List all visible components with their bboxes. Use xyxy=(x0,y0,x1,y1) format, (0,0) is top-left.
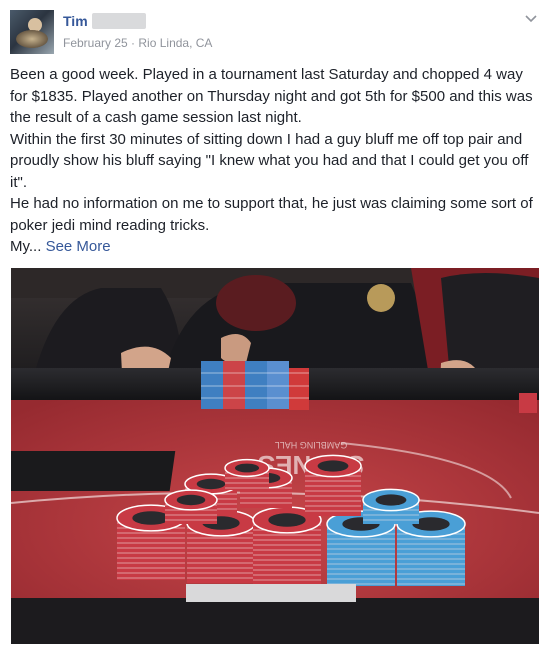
see-more-link[interactable]: See More xyxy=(46,238,111,255)
truncated-text: My... xyxy=(10,238,42,255)
chip-stack xyxy=(362,488,420,524)
paragraph-3: He had no information on me to support t… xyxy=(10,195,533,234)
paragraph-truncated: My... See More xyxy=(10,236,540,258)
name-redaction xyxy=(92,13,146,29)
facebook-post: Tim February 25 · Rio Linda, CA Been a g… xyxy=(0,0,550,647)
post-meta: February 25 · Rio Linda, CA xyxy=(63,36,212,50)
chevron-down-icon[interactable] xyxy=(524,12,538,24)
post-date[interactable]: February 25 xyxy=(63,36,128,50)
avatar-body xyxy=(16,30,48,48)
table-edge xyxy=(11,598,539,644)
table-logo-subtext: GAMBLING HALL xyxy=(275,440,348,450)
chip-stack xyxy=(252,506,322,584)
paragraph-1: Been a good week. Played in a tournament… xyxy=(10,66,533,126)
post-location[interactable]: Rio Linda, CA xyxy=(138,36,212,50)
post-body: Been a good week. Played in a tournament… xyxy=(10,64,540,258)
dealer-tray xyxy=(11,451,176,491)
chip-stack xyxy=(164,489,218,524)
paragraph-2: Within the first 30 minutes of sitting d… xyxy=(10,130,529,191)
avatar[interactable] xyxy=(10,10,54,54)
meta-separator: · xyxy=(131,36,136,50)
chip-stack xyxy=(224,458,270,490)
author-name[interactable]: Tim xyxy=(63,13,88,29)
post-photo[interactable]: STONES GAMBLING HALL xyxy=(11,268,539,644)
chip-stack xyxy=(304,454,362,516)
